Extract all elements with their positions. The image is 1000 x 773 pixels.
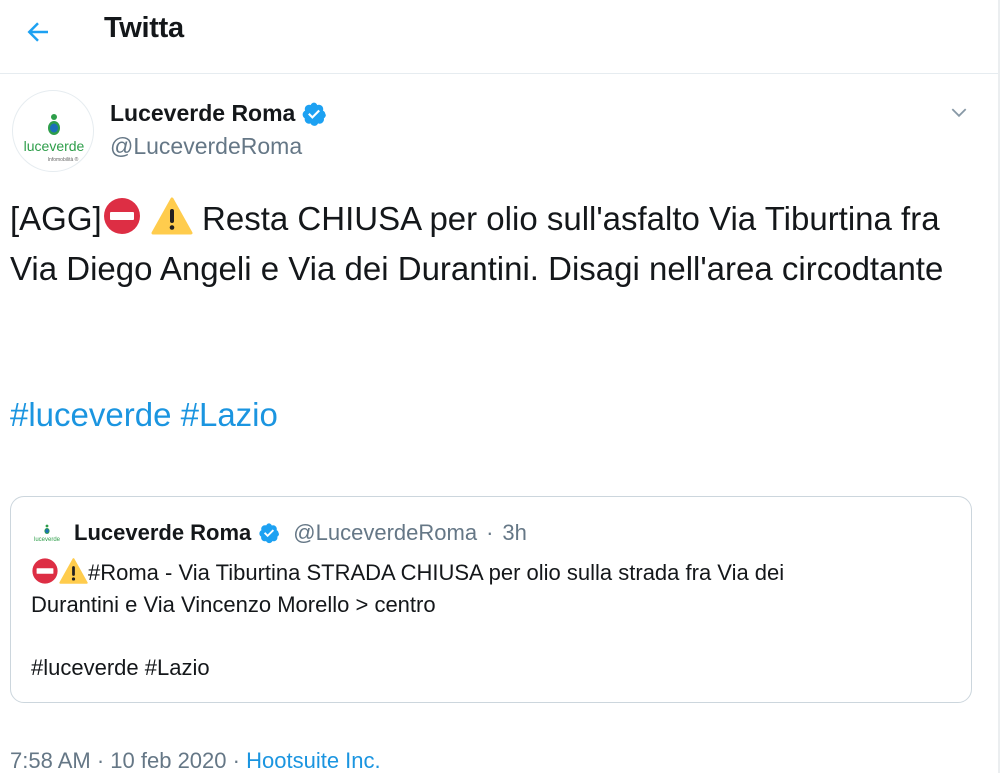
warning-icon: [151, 197, 193, 235]
quoted-author-avatar: luceverde: [31, 517, 63, 549]
quoted-tweet-text: #Roma - Via Tiburtina STRADA CHIUSA per …: [31, 557, 951, 621]
tweet-source-link[interactable]: Hootsuite Inc.: [246, 748, 381, 773]
no-entry-icon: [103, 198, 140, 234]
quoted-text-line1: #Roma - Via Tiburtina STRADA CHIUSA per …: [88, 560, 785, 585]
quoted-avatar-logo-text: luceverde: [34, 537, 61, 543]
author-name[interactable]: Luceverde Roma: [110, 100, 295, 127]
luceverde-logo: luceverde: [34, 524, 61, 543]
warning-icon: [59, 558, 88, 584]
back-arrow-icon: [27, 22, 48, 42]
tweet-footer: 7:58 AM · 10 feb 2020 · Hootsuite Inc.: [10, 748, 381, 773]
footer-separator: ·: [96, 748, 105, 773]
tweet-time[interactable]: 7:58 AM: [10, 748, 91, 773]
verified-badge-icon: [259, 523, 280, 544]
quoted-tweet[interactable]: luceverde Luceverde Roma @LuceverdeRoma …: [10, 496, 972, 703]
author-handle[interactable]: @LuceverdeRoma: [110, 133, 327, 160]
tweet-hashtags: #luceverde #Lazio: [10, 396, 278, 434]
chevron-down-icon: [951, 108, 967, 118]
back-button[interactable]: [18, 12, 58, 52]
page-title: Twitta: [104, 12, 184, 44]
verified-badge-icon: [302, 102, 327, 126]
no-entry-icon: [32, 558, 58, 584]
luceverde-logo: luceverde Infomobilità ®: [24, 114, 85, 163]
tweet-menu-button[interactable]: [944, 98, 974, 128]
tweet-text-prefix: [AGG]: [10, 200, 102, 237]
tweet-text: [AGG] Resta CHIUSA per olio sull'asfalto…: [10, 194, 985, 294]
quoted-author-handle: @LuceverdeRoma: [293, 520, 478, 545]
quoted-hashtags: #luceverde #Lazio: [31, 655, 210, 680]
quoted-separator: ·: [486, 520, 494, 545]
author-avatar[interactable]: luceverde Infomobilità ®: [12, 90, 94, 172]
avatar-logo-subtext: Infomobilità ®: [48, 156, 79, 163]
avatar-logo-text: luceverde: [24, 138, 85, 154]
tweet-date[interactable]: 10 feb 2020: [110, 748, 226, 773]
author-block[interactable]: Luceverde Roma @LuceverdeRoma: [110, 100, 327, 160]
hashtag-link[interactable]: #Lazio: [181, 396, 278, 433]
quoted-time: 3h: [502, 520, 527, 545]
quoted-text-line2: Durantini e Via Vincenzo Morello > centr…: [31, 592, 436, 617]
footer-separator: ·: [232, 748, 240, 773]
top-header: Twitta: [0, 0, 998, 74]
hashtag-link[interactable]: #luceverde: [10, 396, 171, 433]
quoted-tweet-header: luceverde Luceverde Roma @LuceverdeRoma …: [31, 517, 527, 549]
quoted-author-name: Luceverde Roma: [74, 520, 252, 545]
